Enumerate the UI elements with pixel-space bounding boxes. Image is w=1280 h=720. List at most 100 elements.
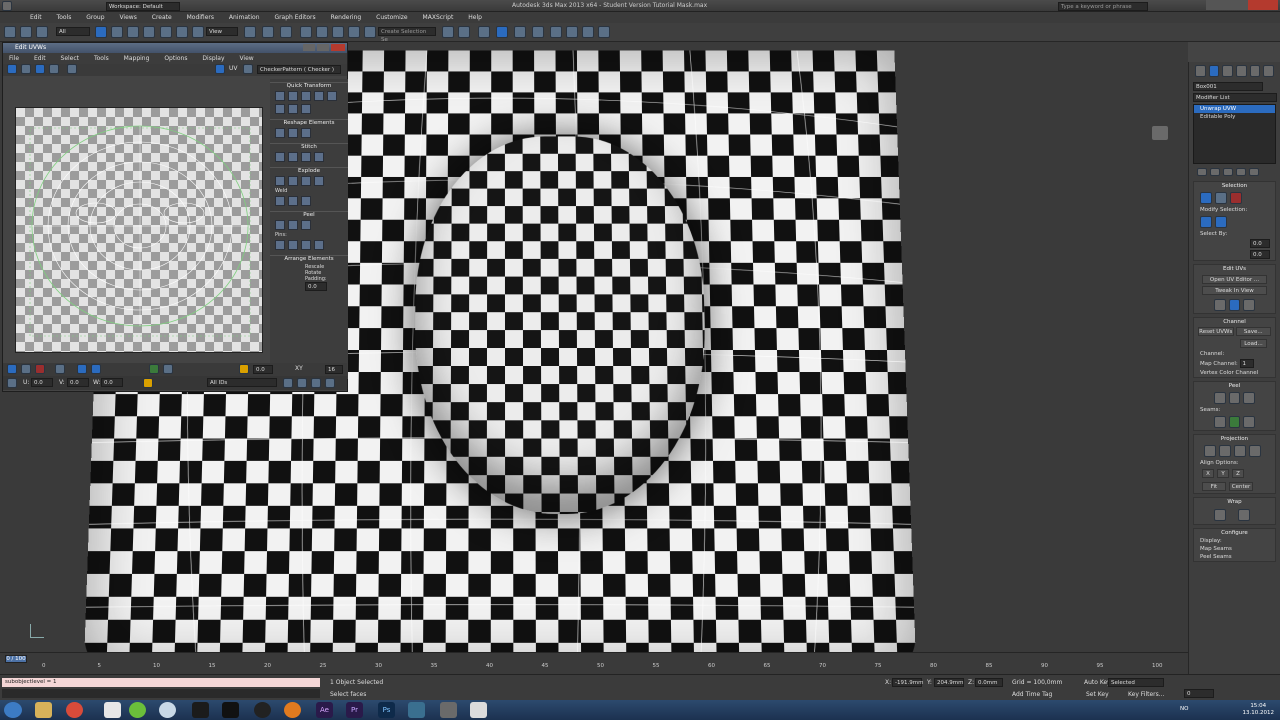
uvw-menu-view[interactable]: View	[239, 55, 253, 62]
relax-icon[interactable]	[288, 128, 298, 138]
texture-dropdown[interactable]: CheckerPattern ( Checker )	[257, 65, 341, 74]
reset-peel-icon[interactable]	[301, 220, 311, 230]
motion-tab-icon[interactable]	[1236, 65, 1247, 77]
create-tab-icon[interactable]	[1195, 65, 1206, 77]
uv-axis-icon[interactable]	[243, 64, 253, 74]
break-icon[interactable]	[275, 176, 285, 186]
align-z-button[interactable]: Z	[1232, 469, 1244, 478]
uvw-minimize-button[interactable]	[303, 44, 315, 51]
weld-selected-icon[interactable]	[275, 196, 285, 206]
vertex-color-radio[interactable]: Vertex Color Channel	[1194, 369, 1275, 377]
straighten-selection-icon[interactable]	[275, 128, 285, 138]
zoom-extents-icon[interactable]	[325, 378, 335, 388]
angle-snap-icon[interactable]	[316, 26, 328, 38]
notes-icon[interactable]	[104, 702, 121, 718]
menu-rendering[interactable]: Rendering	[331, 14, 362, 21]
weld-all-icon[interactable]	[301, 196, 311, 206]
start-button[interactable]	[4, 702, 22, 718]
3dsmax-icon[interactable]	[408, 702, 425, 718]
relax-settings-icon[interactable]	[301, 128, 311, 138]
ref-coord-dropdown[interactable]: View	[206, 27, 238, 36]
unfold-map-icon[interactable]	[1238, 509, 1250, 521]
spinner-snap-icon[interactable]	[348, 26, 360, 38]
mirror-icon[interactable]	[442, 26, 454, 38]
tweak-in-view-button[interactable]: Tweak In View	[1202, 286, 1267, 295]
align-icon[interactable]	[458, 26, 470, 38]
edge-subobj-icon[interactable]	[1215, 192, 1227, 204]
uv-mirror-icon[interactable]	[67, 64, 77, 74]
reshape-header[interactable]: Reshape Elements	[270, 119, 348, 126]
auto-pin-icon[interactable]	[301, 240, 311, 250]
shrink-selection-icon[interactable]	[91, 364, 101, 374]
window-crossing-icon[interactable]	[143, 26, 155, 38]
align-y-button[interactable]: Y	[1217, 469, 1229, 478]
current-frame-input[interactable]: 0	[1184, 689, 1214, 698]
object-name-input[interactable]: Box001	[1193, 82, 1263, 91]
graphite-ribbon-icon[interactable]	[496, 26, 508, 38]
quick-planar-icon[interactable]	[1214, 299, 1226, 311]
maxscript-output[interactable]	[2, 689, 320, 698]
all-ids-dropdown[interactable]: All IDs	[207, 378, 277, 387]
menu-help[interactable]: Help	[468, 14, 482, 21]
menu-group[interactable]: Group	[86, 14, 104, 21]
uvw-menu-file[interactable]: File	[9, 55, 19, 62]
flip-icon[interactable]	[301, 104, 311, 114]
y-coord-input[interactable]: 204.9mm	[934, 678, 964, 687]
rotate-90-icon[interactable]	[301, 91, 311, 101]
grid-size-input[interactable]: 16	[325, 365, 343, 374]
space-h-icon[interactable]	[275, 104, 285, 114]
explorer-icon[interactable]	[35, 702, 52, 718]
align-vertical-icon[interactable]	[288, 91, 298, 101]
peel-seams-checkbox[interactable]: Peel Seams	[1194, 553, 1275, 561]
timeline[interactable]: 0 / 100 0 5 10 15 20 25 30 35 40 45 50 55 60 65 70 75 80…	[0, 652, 1188, 674]
tool-icon[interactable]	[440, 702, 457, 718]
explode-header[interactable]: Explode	[270, 167, 348, 174]
edit-named-sel-icon[interactable]	[364, 26, 376, 38]
w-input[interactable]: 0.0	[101, 378, 123, 387]
spline-map-icon[interactable]	[1214, 509, 1226, 521]
channel-header[interactable]: Channel	[1194, 318, 1275, 326]
keyboard-shortcut-icon[interactable]	[280, 26, 292, 38]
maximize-button[interactable]	[1228, 0, 1248, 10]
pin-stack-icon[interactable]	[1197, 168, 1207, 176]
show-end-result-icon[interactable]	[1210, 168, 1220, 176]
vertex-mode-icon[interactable]	[7, 364, 17, 374]
modifier-list-dropdown[interactable]: Modifier List	[1193, 93, 1277, 102]
ring-icon[interactable]	[163, 364, 173, 374]
map-channel-radio[interactable]: Map Channel:	[1200, 361, 1238, 367]
box-map-icon[interactable]	[1249, 445, 1261, 457]
schematic-view-icon[interactable]	[532, 26, 544, 38]
stack-item-editable-poly[interactable]: Editable Poly	[1194, 113, 1275, 121]
soft-selection-icon[interactable]	[239, 364, 249, 374]
nose-mesh[interactable]	[414, 136, 708, 514]
hierarchy-tab-icon[interactable]	[1222, 65, 1233, 77]
select-by-name-icon[interactable]	[111, 26, 123, 38]
vertex-subobj-icon[interactable]	[1200, 192, 1212, 204]
stack-item-unwrap[interactable]: Unwrap UVW	[1194, 105, 1275, 113]
search-input[interactable]: Type a keyword or phrase	[1058, 2, 1148, 11]
close-button[interactable]	[1248, 0, 1278, 10]
layer-manager-icon[interactable]	[478, 26, 490, 38]
weld-target-icon[interactable]	[288, 196, 298, 206]
select-pins-icon[interactable]	[314, 240, 324, 250]
time-slider[interactable]: 0 / 100	[5, 655, 27, 663]
edit-seams-icon[interactable]	[1229, 416, 1241, 428]
v-input[interactable]: 0.0	[67, 378, 89, 387]
app-icon[interactable]	[470, 702, 487, 718]
percent-snap-icon[interactable]	[332, 26, 344, 38]
render-icon[interactable]	[598, 26, 610, 38]
edit-uvs-header[interactable]: Edit UVs	[1194, 265, 1275, 273]
language-indicator[interactable]: NO	[1180, 706, 1188, 712]
straighten-icon[interactable]	[327, 91, 337, 101]
uvw-menu-options[interactable]: Options	[164, 55, 187, 62]
expand-seams-icon[interactable]	[1243, 416, 1255, 428]
loop-icon[interactable]	[149, 364, 159, 374]
shrink-icon[interactable]	[1215, 216, 1227, 228]
detach-icon[interactable]	[288, 176, 298, 186]
u-input[interactable]: 0.0	[31, 378, 53, 387]
selection-header[interactable]: Selection	[1194, 182, 1275, 190]
stitch-source-icon[interactable]	[301, 152, 311, 162]
fit-button[interactable]: Fit	[1202, 482, 1226, 491]
origin-icon[interactable]	[284, 702, 301, 718]
stitch-header[interactable]: Stitch	[270, 143, 348, 150]
